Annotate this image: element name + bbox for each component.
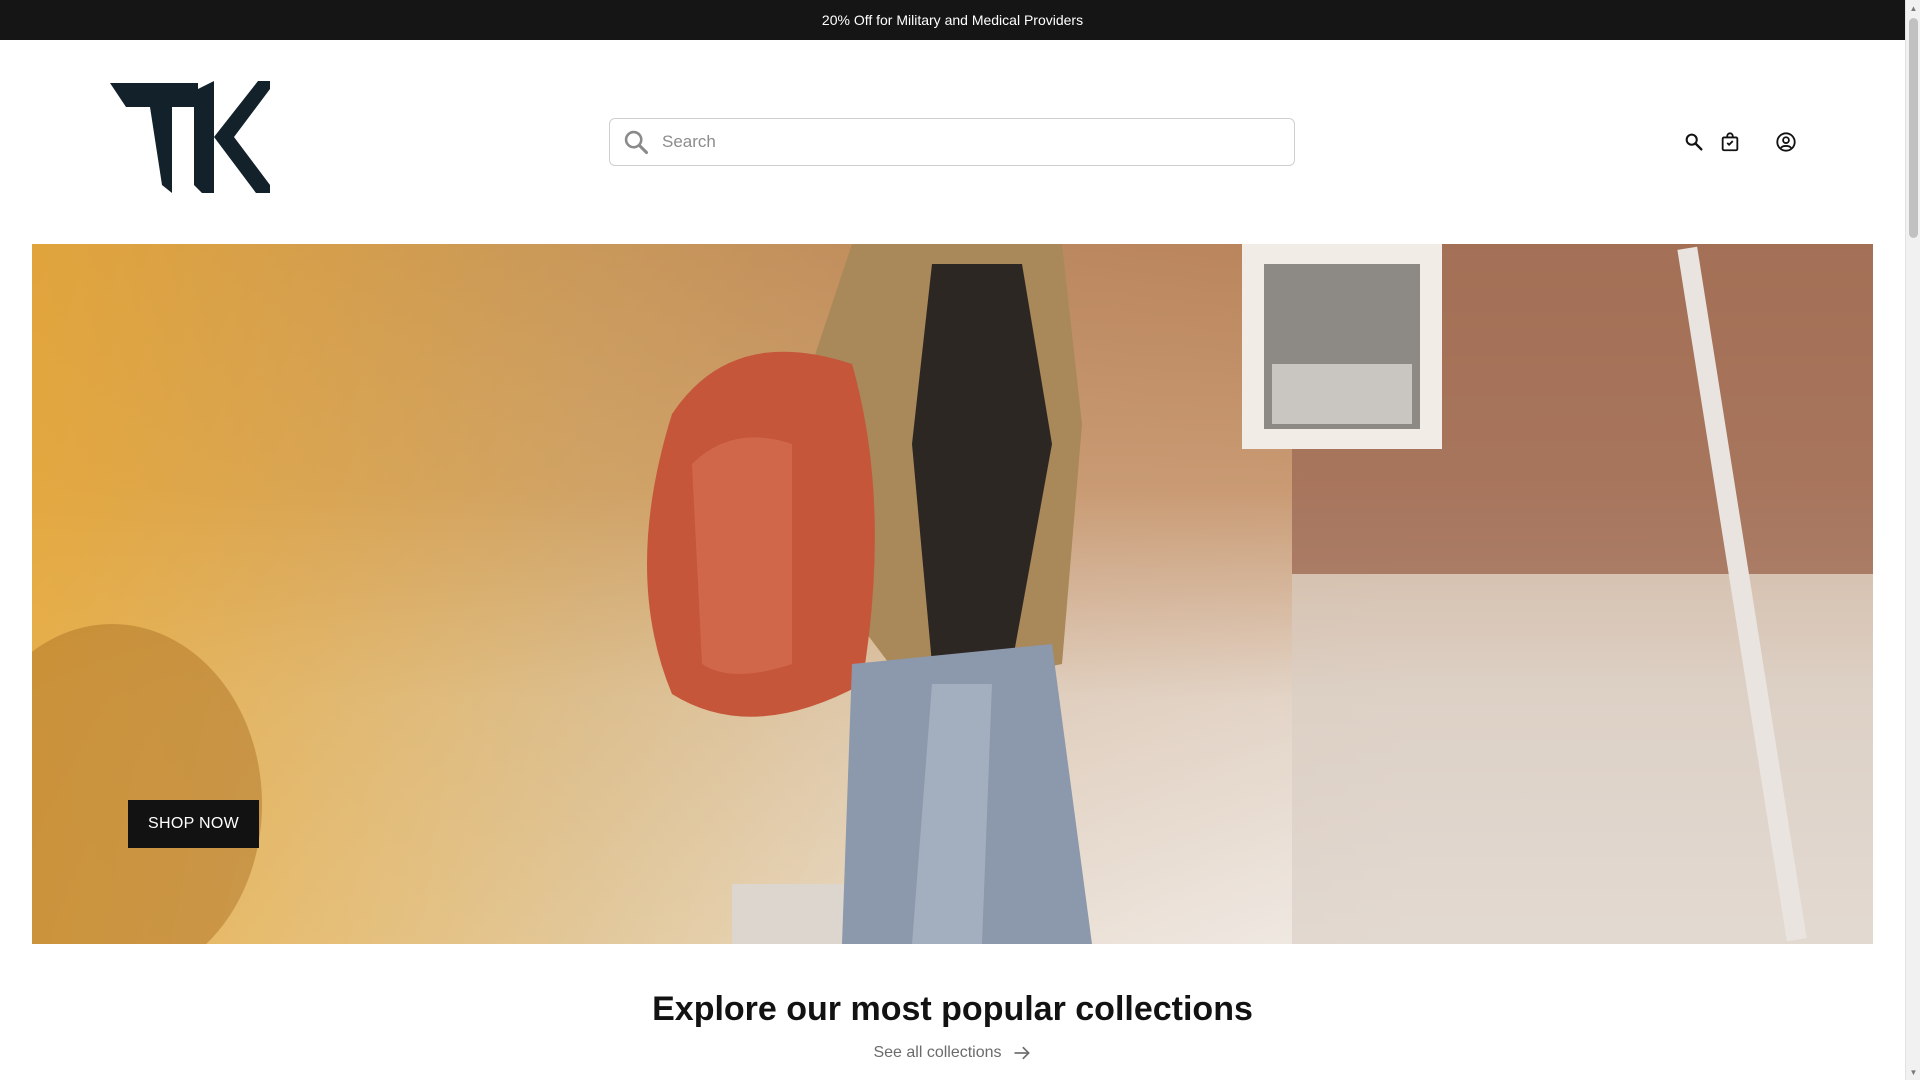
page: 20% Off for Military and Medical Provide… [0, 0, 1905, 1080]
hero-image [32, 244, 1873, 944]
announcement-bar: 20% Off for Military and Medical Provide… [0, 0, 1905, 40]
shop-now-button[interactable]: SHOP NOW [128, 800, 260, 848]
header-search-button[interactable] [1680, 128, 1708, 156]
scroll-down-icon[interactable]: ▼ [1906, 1064, 1920, 1080]
announcement-text: 20% Off for Military and Medical Provide… [821, 12, 1084, 28]
search-input[interactable] [662, 119, 1294, 165]
header-icons [1680, 128, 1800, 156]
arrow-right-icon [1014, 1046, 1030, 1060]
search-icon [1685, 133, 1703, 151]
cart-button[interactable] [1716, 128, 1744, 156]
hero-banner: SHOP NOW [32, 244, 1873, 944]
page-scrollbar[interactable]: ▲ ▼ [1905, 0, 1920, 1080]
collections-section: Explore our most popular collections See… [0, 990, 1905, 1063]
site-header [0, 40, 1905, 244]
account-icon [1776, 132, 1796, 152]
account-button[interactable] [1772, 128, 1800, 156]
scroll-thumb[interactable] [1909, 18, 1918, 238]
see-all-label: See all collections [873, 1044, 1002, 1061]
search-box[interactable] [609, 118, 1295, 166]
see-all-collections-link[interactable]: See all collections [873, 1043, 1031, 1063]
scroll-up-icon[interactable]: ▲ [1906, 0, 1920, 16]
logo[interactable] [110, 77, 270, 193]
collections-title: Explore our most popular collections [652, 990, 1253, 1028]
logo-mark [110, 81, 270, 193]
search-icon [624, 130, 649, 155]
cart-icon [1721, 132, 1739, 152]
